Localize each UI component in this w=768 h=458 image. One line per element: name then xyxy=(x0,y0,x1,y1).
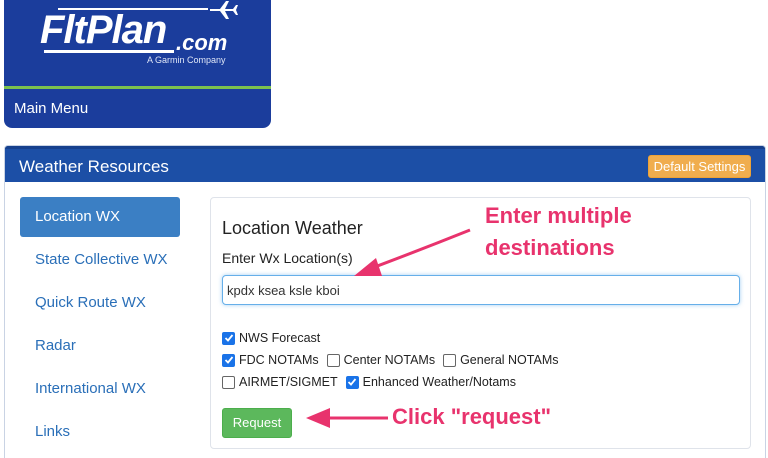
annotation-enter-destinations-line1: Enter multiple xyxy=(485,203,632,228)
arrow-to-input xyxy=(354,228,471,276)
annotation-enter-destinations-line2: destinations xyxy=(485,235,615,260)
arrow-to-request xyxy=(306,408,388,428)
annotation-click-request: Click "request" xyxy=(392,404,552,429)
annotation-arrows xyxy=(306,228,471,428)
